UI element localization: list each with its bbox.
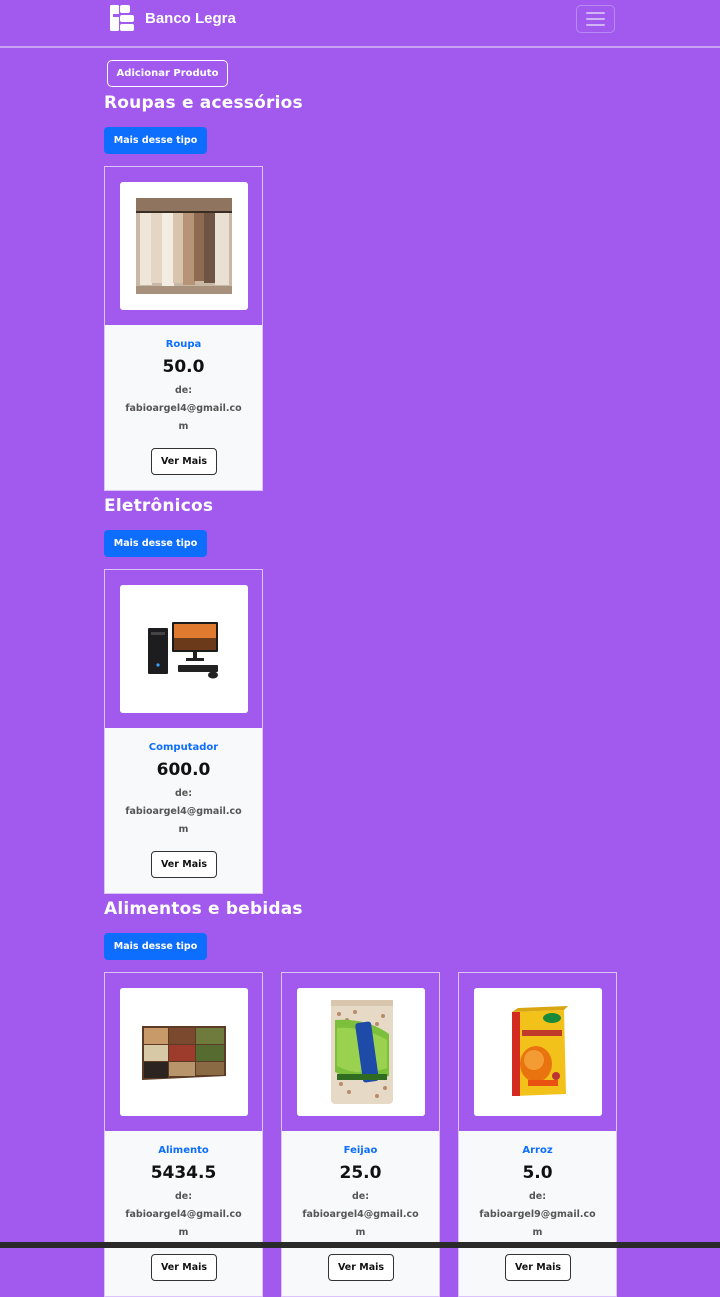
seller-label: de:	[351, 1191, 370, 1202]
brand-link[interactable]: Banco Legra	[110, 5, 236, 31]
seller-email: fabioargel4@gmail.com	[125, 1209, 242, 1238]
see-more-button[interactable]: Ver Mais	[505, 1254, 571, 1281]
bottom-edge-bar	[0, 1242, 720, 1248]
see-more-button[interactable]: Ver Mais	[151, 851, 217, 878]
product-image[interactable]	[120, 182, 248, 310]
product-price: 600.0	[156, 760, 211, 780]
desktop-computer-image-icon	[120, 585, 248, 713]
seller-label: de:	[174, 385, 193, 396]
product-card-body: Arroz 5.0 de: fabioargel9@gmail.com Ver …	[459, 1131, 616, 1296]
category-title: Alimentos e bebidas	[104, 899, 303, 919]
seller-email: fabioargel4@gmail.com	[125, 403, 242, 432]
product-card: Roupa 50.0 de: fabioargel4@gmail.com Ver…	[104, 166, 263, 491]
product-price: 5.0	[522, 1163, 553, 1183]
see-more-button[interactable]: Ver Mais	[328, 1254, 394, 1281]
seller-label: de:	[174, 788, 193, 799]
seller-label: de:	[528, 1191, 547, 1202]
more-of-type-button[interactable]: Mais desse tipo	[104, 127, 207, 154]
bean-bag-image-icon	[297, 988, 425, 1116]
see-more-button[interactable]: Ver Mais	[151, 448, 217, 475]
category-title: Roupas e acessórios	[104, 93, 303, 113]
banco-legra-logo-icon	[110, 5, 134, 31]
product-price: 50.0	[162, 357, 205, 377]
more-of-type-button[interactable]: Mais desse tipo	[104, 933, 207, 960]
product-card-body: Roupa 50.0 de: fabioargel4@gmail.com Ver…	[105, 325, 262, 490]
product-image[interactable]	[120, 988, 248, 1116]
product-price: 25.0	[339, 1163, 382, 1183]
product-card: Alimento 5434.5 de: fabioargel4@gmail.co…	[104, 972, 263, 1297]
hamburger-icon	[586, 12, 605, 14]
product-name[interactable]: Alimento	[105, 1145, 262, 1156]
category-title: Eletrônicos	[104, 496, 214, 516]
product-image[interactable]	[297, 988, 425, 1116]
product-card: Computador 600.0 de: fabioargel4@gmail.c…	[104, 569, 263, 894]
product-card-body: Alimento 5434.5 de: fabioargel4@gmail.co…	[105, 1131, 262, 1296]
product-image[interactable]	[120, 585, 248, 713]
navbar: Banco Legra	[0, 0, 720, 48]
add-product-button[interactable]: Adicionar Produto	[107, 60, 228, 87]
seller-email: fabioargel4@gmail.com	[302, 1209, 419, 1238]
product-price: 5434.5	[150, 1163, 217, 1183]
product-image[interactable]	[474, 988, 602, 1116]
product-name[interactable]: Feijao	[282, 1145, 439, 1156]
clothes-rack-image-icon	[136, 198, 232, 294]
seller-email: fabioargel9@gmail.com	[479, 1209, 596, 1238]
product-card-body: Feijao 25.0 de: fabioargel4@gmail.com Ve…	[282, 1131, 439, 1296]
seller-label: de:	[174, 1191, 193, 1202]
product-card: Arroz 5.0 de: fabioargel9@gmail.com Ver …	[458, 972, 617, 1297]
seller-email: fabioargel4@gmail.com	[125, 806, 242, 835]
brand-name: Banco Legra	[145, 9, 236, 27]
more-of-type-button[interactable]: Mais desse tipo	[104, 530, 207, 557]
product-name[interactable]: Roupa	[105, 339, 262, 350]
see-more-button[interactable]: Ver Mais	[151, 1254, 217, 1281]
product-name[interactable]: Computador	[105, 742, 262, 753]
grains-image-icon	[120, 988, 248, 1116]
product-card-body: Computador 600.0 de: fabioargel4@gmail.c…	[105, 728, 262, 893]
product-name[interactable]: Arroz	[459, 1145, 616, 1156]
menu-toggle-button[interactable]	[576, 5, 615, 33]
product-card: Feijao 25.0 de: fabioargel4@gmail.com Ve…	[281, 972, 440, 1297]
rice-box-image-icon	[474, 988, 602, 1116]
